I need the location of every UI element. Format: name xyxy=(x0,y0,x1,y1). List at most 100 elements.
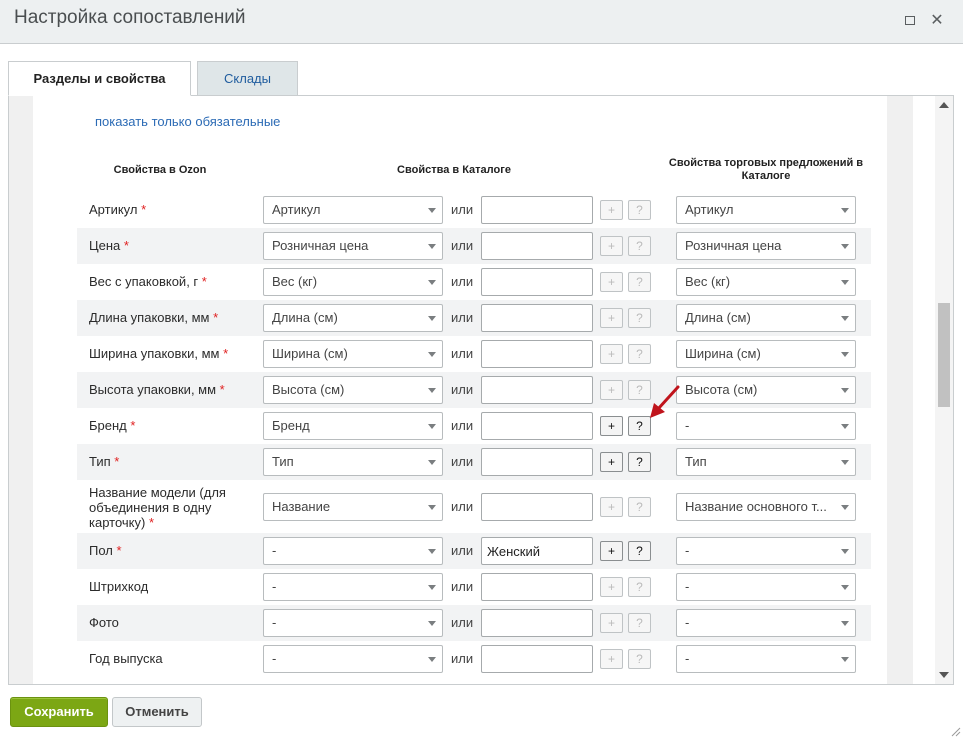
or-label: или xyxy=(451,346,474,361)
add-value-button[interactable]: + xyxy=(600,416,623,436)
offer-property-select[interactable]: Высота (см) xyxy=(676,376,856,404)
catalog-property-select[interactable]: Артикул xyxy=(263,196,443,224)
custom-value-input[interactable] xyxy=(481,232,593,260)
offer-property-select[interactable]: Тип xyxy=(676,448,856,476)
add-value-button[interactable]: + xyxy=(600,577,623,597)
row-label: Год выпуска xyxy=(89,651,163,666)
catalog-property-select[interactable]: Вес (кг) xyxy=(263,268,443,296)
show-required-only-link[interactable]: показать только обязательные xyxy=(95,114,280,129)
scrollbar-thumb[interactable] xyxy=(938,303,950,407)
catalog-property-value: - xyxy=(272,651,277,666)
scroll-up-icon[interactable] xyxy=(939,102,949,108)
resize-grip-icon[interactable] xyxy=(951,727,961,737)
chevron-down-icon xyxy=(428,316,436,321)
custom-value-input[interactable] xyxy=(481,573,593,601)
add-value-button[interactable]: + xyxy=(600,308,623,328)
add-value-button[interactable]: + xyxy=(600,541,623,561)
required-mark: * xyxy=(137,202,147,217)
help-button[interactable]: ? xyxy=(628,497,651,517)
custom-value-input[interactable] xyxy=(481,304,593,332)
offer-property-value: Ширина (см) xyxy=(685,346,761,361)
offer-property-select[interactable]: - xyxy=(676,537,856,565)
catalog-property-select[interactable]: Длина (см) xyxy=(263,304,443,332)
custom-value-input[interactable] xyxy=(481,268,593,296)
help-button[interactable]: ? xyxy=(628,236,651,256)
offer-property-select[interactable]: Розничная цена xyxy=(676,232,856,260)
help-button[interactable]: ? xyxy=(628,452,651,472)
add-value-button[interactable]: + xyxy=(600,344,623,364)
catalog-property-select[interactable]: - xyxy=(263,573,443,601)
chevron-down-icon xyxy=(428,208,436,213)
offer-property-select[interactable]: - xyxy=(676,412,856,440)
maximize-icon[interactable] xyxy=(903,14,917,28)
catalog-property-select[interactable]: Бренд xyxy=(263,412,443,440)
or-label: или xyxy=(451,274,474,289)
close-icon[interactable]: ✕ xyxy=(930,13,944,29)
add-value-button[interactable]: + xyxy=(600,497,623,517)
chevron-down-icon xyxy=(841,424,849,429)
help-button[interactable]: ? xyxy=(628,272,651,292)
row-label-text: Высота упаковки, мм xyxy=(89,382,217,397)
catalog-property-select[interactable]: Ширина (см) xyxy=(263,340,443,368)
offer-property-select[interactable]: Артикул xyxy=(676,196,856,224)
help-button[interactable]: ? xyxy=(628,541,651,561)
custom-value-input[interactable] xyxy=(481,196,593,224)
required-mark: * xyxy=(145,515,155,530)
help-button[interactable]: ? xyxy=(628,308,651,328)
tab-warehouses[interactable]: Склады xyxy=(197,61,298,96)
scroll-down-icon[interactable] xyxy=(939,672,949,678)
catalog-property-select[interactable]: Высота (см) xyxy=(263,376,443,404)
custom-value-input[interactable] xyxy=(481,448,593,476)
custom-value-input[interactable] xyxy=(481,340,593,368)
add-value-button[interactable]: + xyxy=(600,613,623,633)
add-value-button[interactable]: + xyxy=(600,200,623,220)
catalog-property-select[interactable]: - xyxy=(263,537,443,565)
custom-value-input[interactable] xyxy=(481,537,593,565)
chevron-down-icon xyxy=(841,388,849,393)
add-value-button[interactable]: + xyxy=(600,452,623,472)
help-button[interactable]: ? xyxy=(628,613,651,633)
help-button[interactable]: ? xyxy=(628,577,651,597)
help-button[interactable]: ? xyxy=(628,649,651,669)
add-value-button[interactable]: + xyxy=(600,649,623,669)
catalog-property-select[interactable]: - xyxy=(263,609,443,637)
tab-sections-properties[interactable]: Разделы и свойства xyxy=(8,61,191,96)
add-value-button[interactable]: + xyxy=(600,380,623,400)
custom-value-input[interactable] xyxy=(481,493,593,521)
custom-value-input[interactable] xyxy=(481,412,593,440)
help-button[interactable]: ? xyxy=(628,200,651,220)
offer-property-select[interactable]: Название основного т... xyxy=(676,493,856,521)
catalog-property-select[interactable]: Розничная цена xyxy=(263,232,443,260)
or-label: или xyxy=(451,202,474,217)
table-row: Тип * Тип или +? Тип xyxy=(77,444,871,480)
add-value-button[interactable]: + xyxy=(600,236,623,256)
row-label: Ширина упаковки, мм * xyxy=(89,346,228,361)
cancel-button[interactable]: Отменить xyxy=(112,697,202,727)
annotation-arrow-icon xyxy=(650,385,680,418)
catalog-property-select[interactable]: - xyxy=(263,645,443,673)
table-row: Штрихкод - или +? - xyxy=(77,569,871,605)
help-button[interactable]: ? xyxy=(628,344,651,364)
or-label: или xyxy=(451,418,474,433)
offer-property-select[interactable]: Вес (кг) xyxy=(676,268,856,296)
offer-property-value: Тип xyxy=(685,454,707,469)
row-label-text: Тип xyxy=(89,454,111,469)
catalog-property-select[interactable]: Название xyxy=(263,493,443,521)
custom-value-input[interactable] xyxy=(481,376,593,404)
chevron-down-icon xyxy=(428,657,436,662)
add-value-button[interactable]: + xyxy=(600,272,623,292)
save-button[interactable]: Сохранить xyxy=(10,697,108,727)
offer-property-select[interactable]: - xyxy=(676,573,856,601)
row-label: Штрихкод xyxy=(89,579,148,594)
catalog-property-select[interactable]: Тип xyxy=(263,448,443,476)
offer-property-select[interactable]: - xyxy=(676,645,856,673)
custom-value-input[interactable] xyxy=(481,609,593,637)
offer-property-select[interactable]: Длина (см) xyxy=(676,304,856,332)
offer-property-select[interactable]: Ширина (см) xyxy=(676,340,856,368)
or-label: или xyxy=(451,238,474,253)
offer-property-select[interactable]: - xyxy=(676,609,856,637)
table-row: Цена * Розничная цена или +? Розничная цена xyxy=(77,228,871,264)
custom-value-input[interactable] xyxy=(481,645,593,673)
offer-property-value: - xyxy=(685,615,690,630)
vertical-scrollbar[interactable] xyxy=(935,96,953,684)
